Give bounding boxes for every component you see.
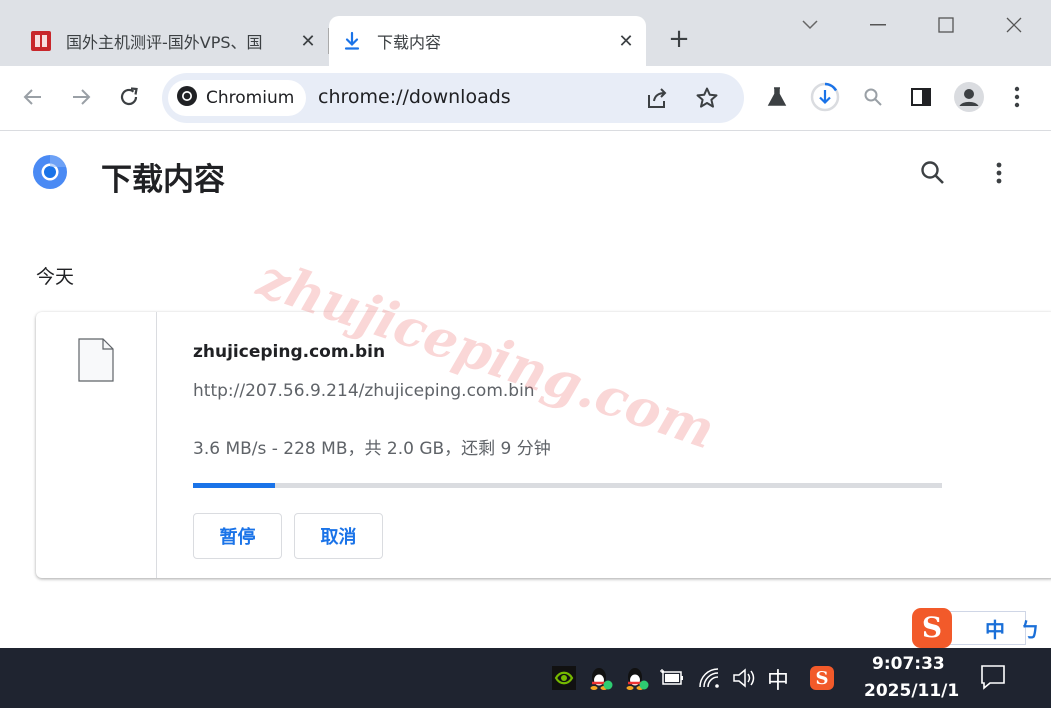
maximize-icon[interactable]: [926, 10, 966, 40]
ime-width-mode-label[interactable]: ㄅ: [1020, 614, 1040, 643]
minimize-icon[interactable]: [858, 10, 898, 40]
download-progress-fill: [193, 483, 276, 488]
tab-search-chevron-icon[interactable]: [790, 10, 830, 40]
download-status: 3.6 MB/s - 228 MB，共 2.0 GB，还剩 9 分钟: [193, 439, 551, 459]
qq-icon-2[interactable]: [622, 664, 650, 692]
browser-toolbar: Chromium chrome://downloads: [0, 66, 1051, 131]
tab-strip: 国外主机测评-国外VPS、国 ✕ 下载内容 ✕ +: [0, 0, 1051, 66]
battery-icon[interactable]: [658, 664, 686, 692]
svg-text:S: S: [816, 668, 829, 689]
card-divider: [156, 312, 157, 578]
taskbar: 中 S 9:07:33 2025/11/1: [0, 648, 1051, 708]
url-text[interactable]: chrome://downloads: [318, 86, 511, 108]
tab-title: 下载内容: [377, 33, 442, 52]
tab-downloads[interactable]: 下载内容 ✕: [329, 16, 646, 66]
ime-mode-label[interactable]: 中: [985, 614, 1005, 643]
chromium-logo-icon: [32, 154, 68, 190]
page-title: 下载内容: [101, 162, 225, 198]
cancel-button[interactable]: 取消: [294, 513, 383, 559]
wifi-icon[interactable]: [696, 664, 724, 692]
tab-site[interactable]: 国外主机测评-国外VPS、国 ✕: [18, 16, 328, 66]
labs-flask-icon[interactable]: [760, 80, 794, 114]
pause-button[interactable]: 暂停: [193, 513, 282, 559]
search-downloads-icon[interactable]: [918, 158, 948, 188]
share-icon[interactable]: [640, 81, 674, 115]
downloads-progress-icon[interactable]: [808, 80, 842, 114]
ime-floating-bar[interactable]: 中 ㄅ S: [912, 608, 1040, 648]
new-tab-button[interactable]: +: [664, 24, 694, 54]
site-favicon: [30, 30, 52, 52]
bookmark-star-icon[interactable]: [690, 81, 724, 115]
volume-icon[interactable]: [730, 664, 758, 692]
site-info-chip[interactable]: Chromium: [168, 80, 307, 116]
back-arrow-icon[interactable]: [16, 80, 50, 114]
browser-menu-icon[interactable]: [1000, 80, 1034, 114]
notification-center-icon[interactable]: [978, 662, 1008, 692]
more-options-icon[interactable]: [984, 158, 1014, 188]
sogou-ime-icon[interactable]: S: [808, 664, 836, 692]
download-icon: [341, 30, 363, 52]
input-language-indicator[interactable]: 中: [767, 663, 789, 695]
chromium-icon: [176, 85, 198, 111]
window-close-icon[interactable]: [994, 10, 1034, 40]
download-progress-bar: [193, 483, 942, 488]
zoom-search-icon[interactable]: [856, 80, 890, 114]
tab-title: 国外主机测评-国外VPS、国: [66, 33, 263, 52]
ime-logo[interactable]: S: [912, 608, 952, 648]
file-icon: [78, 338, 114, 382]
profile-avatar-icon[interactable]: [952, 80, 986, 114]
clock-time[interactable]: 9:07:33: [872, 654, 945, 674]
qq-icon[interactable]: [586, 664, 614, 692]
forward-arrow-icon[interactable]: [64, 80, 98, 114]
omnibox[interactable]: Chromium chrome://downloads: [162, 73, 744, 123]
date-group-heading: 今天: [36, 266, 75, 288]
download-file-name[interactable]: zhujiceping.com.bin: [193, 342, 385, 362]
clock-date[interactable]: 2025/11/1: [864, 681, 959, 701]
side-panel-icon[interactable]: [904, 80, 938, 114]
chip-label: Chromium: [206, 88, 295, 108]
reload-icon[interactable]: [112, 80, 146, 114]
tab-close-icon[interactable]: ✕: [612, 31, 640, 52]
nvidia-icon[interactable]: [550, 664, 578, 692]
tab-close-icon[interactable]: ✕: [294, 31, 322, 52]
